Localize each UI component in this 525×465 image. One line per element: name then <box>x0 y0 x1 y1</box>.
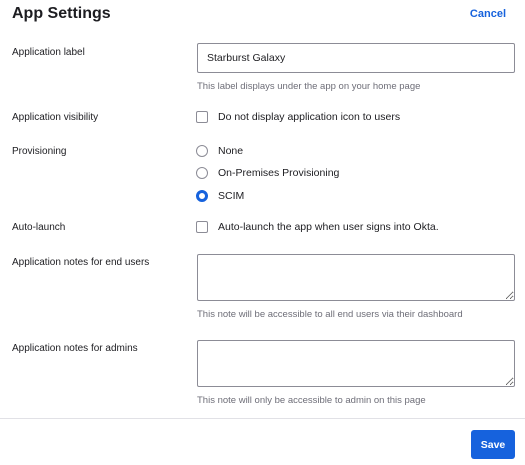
auto-launch-checkbox-label: Auto-launch the app when user signs into… <box>218 221 439 233</box>
cancel-link[interactable]: Cancel <box>470 8 506 20</box>
provisioning-option-on-premises[interactable]: On-Premises Provisioning <box>196 167 339 179</box>
save-button[interactable]: Save <box>471 430 515 459</box>
auto-launch-label: Auto-launch <box>12 222 66 233</box>
application-label-label: Application label <box>12 47 85 58</box>
provisioning-scim-radio[interactable] <box>196 190 208 202</box>
provisioning-option-scim[interactable]: SCIM <box>196 190 244 202</box>
notes-admins-label: Application notes for admins <box>12 343 138 354</box>
application-label-input[interactable] <box>197 43 515 73</box>
provisioning-none-label: None <box>218 145 244 157</box>
application-visibility-label: Application visibility <box>12 112 99 123</box>
notes-end-users-label: Application notes for end users <box>12 257 150 268</box>
provisioning-option-none[interactable]: None <box>196 145 243 157</box>
footer-divider <box>0 418 525 419</box>
hide-icon-checkbox-label: Do not display application icon to users <box>218 111 401 123</box>
notes-end-users-hint: This note will be accessible to all end … <box>197 309 463 320</box>
provisioning-label: Provisioning <box>12 146 67 157</box>
hide-icon-checkbox[interactable] <box>196 111 208 123</box>
page-title: App Settings <box>12 5 111 22</box>
auto-launch-checkbox[interactable] <box>196 221 208 233</box>
provisioning-scim-label: SCIM <box>218 190 245 202</box>
auto-launch-option[interactable]: Auto-launch the app when user signs into… <box>196 221 439 233</box>
settings-header: App Settings Cancel <box>0 0 525 32</box>
provisioning-on-premises-radio[interactable] <box>196 167 208 179</box>
application-label-hint: This label displays under the app on you… <box>197 81 421 92</box>
notes-end-users-textarea[interactable] <box>197 254 515 301</box>
notes-admins-textarea[interactable] <box>197 340 515 387</box>
provisioning-none-radio[interactable] <box>196 145 208 157</box>
hide-icon-option[interactable]: Do not display application icon to users <box>196 111 400 123</box>
notes-admins-hint: This note will only be accessible to adm… <box>197 395 426 406</box>
provisioning-on-premises-label: On-Premises Provisioning <box>218 167 340 179</box>
